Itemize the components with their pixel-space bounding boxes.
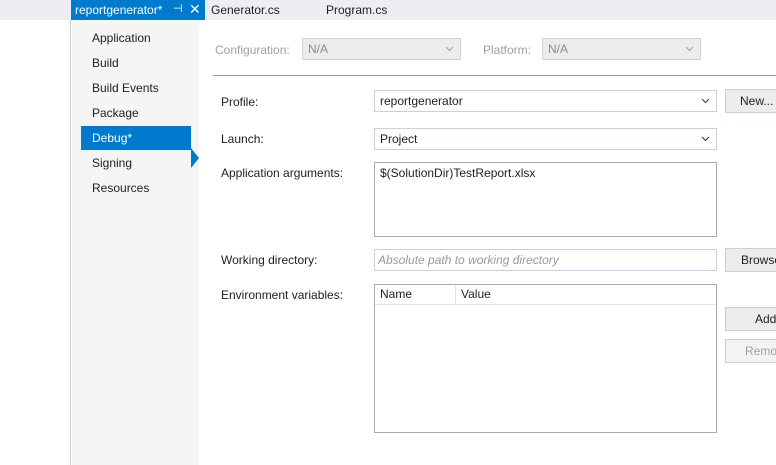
tab-reportgenerator[interactable]: reportgenerator* ⊣ ✕ xyxy=(71,0,205,20)
platform-combo[interactable]: N/A xyxy=(542,38,701,60)
configuration-label: Configuration: xyxy=(215,43,290,57)
chevron-down-icon xyxy=(445,46,454,52)
close-icon[interactable]: ✕ xyxy=(189,1,201,17)
profile-combo[interactable]: reportgenerator xyxy=(374,90,717,112)
column-header-name[interactable]: Name xyxy=(375,285,456,304)
column-header-value[interactable]: Value xyxy=(456,285,716,304)
configuration-value: N/A xyxy=(308,42,329,56)
grid-header: Name Value xyxy=(375,285,716,305)
properties-nav: Application Build Build Events Package D… xyxy=(72,20,199,465)
chevron-down-icon xyxy=(701,98,710,104)
profile-label: Profile: xyxy=(221,95,259,109)
tab-label: reportgenerator* xyxy=(75,3,163,17)
nav-item-build[interactable]: Build xyxy=(81,51,191,75)
add-variable-button[interactable]: Add xyxy=(725,307,776,331)
profile-value: reportgenerator xyxy=(380,94,463,108)
chevron-down-icon xyxy=(685,46,694,52)
remove-variable-button[interactable]: Remove xyxy=(725,339,776,363)
nav-item-debug[interactable]: Debug* xyxy=(81,126,191,150)
browse-button[interactable]: Browse... xyxy=(725,248,776,272)
environment-variables-grid[interactable]: Name Value xyxy=(374,284,717,433)
environment-variables-label: Environment variables: xyxy=(221,288,344,302)
nav-item-signing[interactable]: Signing xyxy=(81,151,191,175)
left-margin-panel xyxy=(0,20,71,465)
application-arguments-label: Application arguments: xyxy=(221,166,344,180)
nav-item-resources[interactable]: Resources xyxy=(81,176,191,200)
launch-value: Project xyxy=(380,132,418,146)
configuration-combo[interactable]: N/A xyxy=(302,38,461,60)
chevron-down-icon xyxy=(701,136,710,142)
working-directory-input[interactable]: Absolute path to working directory xyxy=(374,249,717,271)
platform-value: N/A xyxy=(548,42,569,56)
nav-item-package[interactable]: Package xyxy=(81,101,191,125)
launch-label: Launch: xyxy=(221,132,264,146)
new-profile-button[interactable]: New... xyxy=(725,89,776,113)
selection-arrow xyxy=(191,148,199,168)
launch-combo[interactable]: Project xyxy=(374,128,717,150)
working-directory-placeholder: Absolute path to working directory xyxy=(378,253,559,267)
tab-program-cs[interactable]: Program.cs xyxy=(326,3,387,17)
nav-item-application[interactable]: Application xyxy=(81,26,191,50)
nav-item-build-events[interactable]: Build Events xyxy=(81,76,191,100)
tab-generator-cs[interactable]: Generator.cs xyxy=(211,3,280,17)
header-separator xyxy=(213,75,776,76)
application-arguments-input[interactable]: $(SolutionDir)TestReport.xlsx xyxy=(374,162,717,237)
application-arguments-value: $(SolutionDir)TestReport.xlsx xyxy=(380,166,536,180)
platform-label: Platform: xyxy=(483,43,532,57)
pin-icon[interactable]: ⊣ xyxy=(173,2,183,15)
working-directory-label: Working directory: xyxy=(221,253,318,267)
